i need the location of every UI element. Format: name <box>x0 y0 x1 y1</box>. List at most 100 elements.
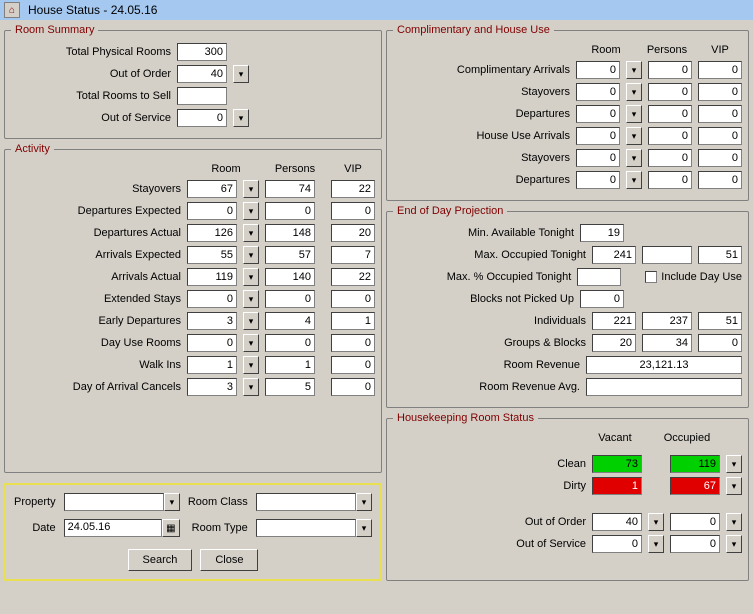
hk-clean-label: Clean <box>557 458 586 470</box>
activity-row-label: Arrivals Expected <box>95 249 181 261</box>
hk-dirty-vacant: 1 <box>592 477 642 495</box>
hk-dirty-label: Dirty <box>563 480 586 492</box>
min-avail-value: 19 <box>580 224 624 242</box>
comp-row-persons: 0 <box>648 61 692 79</box>
activity-row-dropdown[interactable]: ▾ <box>243 246 259 264</box>
comp-row-persons: 0 <box>648 149 692 167</box>
comp-row-room: 0 <box>576 61 620 79</box>
activity-row-dropdown[interactable]: ▾ <box>243 202 259 220</box>
hk-dirty-dropdown[interactable]: ▾ <box>726 477 742 495</box>
activity-row-dropdown[interactable]: ▾ <box>243 334 259 352</box>
property-input[interactable] <box>64 493 164 511</box>
out-of-order-dropdown[interactable]: ▾ <box>233 65 249 83</box>
comp-row-vip: 0 <box>698 171 742 189</box>
hk-clean-occupied: 119 <box>670 455 720 473</box>
comp-row: House Use Arrivals0▾00 <box>393 126 742 146</box>
room-type-dropdown[interactable]: ▾ <box>356 519 372 537</box>
activity-row-label: Arrivals Actual <box>111 271 181 283</box>
search-button[interactable]: Search <box>128 549 193 571</box>
activity-row-room: 3 <box>187 378 237 396</box>
activity-row-label: Stayovers <box>132 183 181 195</box>
activity-row-persons: 74 <box>265 180 315 198</box>
max-occ-room: 241 <box>592 246 636 264</box>
property-dropdown[interactable]: ▾ <box>164 493 180 511</box>
room-class-input[interactable] <box>256 493 356 511</box>
max-pct-label: Max. % Occupied Tonight <box>447 271 572 283</box>
room-class-dropdown[interactable]: ▾ <box>356 493 372 511</box>
activity-row-dropdown[interactable]: ▾ <box>243 378 259 396</box>
comp-row-persons: 0 <box>648 171 692 189</box>
activity-row: Departures Actual126▾14820 <box>11 223 375 243</box>
individuals-persons: 237 <box>642 312 692 330</box>
comp-row-dropdown[interactable]: ▾ <box>626 61 642 79</box>
min-avail-label: Min. Available Tonight <box>468 227 574 239</box>
hk-oos-occupied-dropdown[interactable]: ▾ <box>726 535 742 553</box>
comp-row-label: Complimentary Arrivals <box>457 64 570 76</box>
activity-row-persons: 0 <box>265 290 315 308</box>
activity-row-vip: 0 <box>331 334 375 352</box>
comp-row-label: Departures <box>516 108 570 120</box>
activity-row: Walk Ins1▾10 <box>11 355 375 375</box>
hk-oos-label: Out of Service <box>516 538 586 550</box>
activity-row-persons: 57 <box>265 246 315 264</box>
activity-row-dropdown[interactable]: ▾ <box>243 356 259 374</box>
activity-row-persons: 0 <box>265 334 315 352</box>
activity-row-label: Early Departures <box>98 315 181 327</box>
calendar-icon[interactable]: ▦ <box>162 519 180 537</box>
comp-row: Departures0▾00 <box>393 104 742 124</box>
activity-row-label: Day Use Rooms <box>101 337 181 349</box>
activity-row-vip: 1 <box>331 312 375 330</box>
individuals-room: 221 <box>592 312 636 330</box>
activity-row-persons: 148 <box>265 224 315 242</box>
include-day-use-checkbox[interactable]: Include Day Use <box>645 271 742 283</box>
date-input[interactable]: 24.05.16 <box>64 519 162 537</box>
out-of-service-dropdown[interactable]: ▾ <box>233 109 249 127</box>
room-type-input[interactable] <box>256 519 356 537</box>
comp-header-room: Room <box>576 44 636 56</box>
activity-group: Activity Room Persons VIP Stayovers67▾74… <box>4 143 382 473</box>
property-label: Property <box>14 496 56 508</box>
activity-row-dropdown[interactable]: ▾ <box>243 180 259 198</box>
hk-oos-vacant-dropdown[interactable]: ▾ <box>648 535 664 553</box>
comp-row-dropdown[interactable]: ▾ <box>626 149 642 167</box>
comp-house-legend: Complimentary and House Use <box>393 24 554 36</box>
blocks-not-picked-label: Blocks not Picked Up <box>470 293 574 305</box>
room-summary-legend: Room Summary <box>11 24 98 36</box>
room-summary-group: Room Summary Total Physical Rooms 300 Ou… <box>4 24 382 139</box>
activity-row-dropdown[interactable]: ▾ <box>243 224 259 242</box>
out-of-order-value: 40 <box>177 65 227 83</box>
activity-row: Arrivals Expected55▾577 <box>11 245 375 265</box>
hk-ooo-vacant-dropdown[interactable]: ▾ <box>648 513 664 531</box>
activity-row-dropdown[interactable]: ▾ <box>243 290 259 308</box>
activity-row-dropdown[interactable]: ▾ <box>243 312 259 330</box>
comp-row-dropdown[interactable]: ▾ <box>626 83 642 101</box>
comp-row-room: 0 <box>576 127 620 145</box>
hk-clean-dropdown[interactable]: ▾ <box>726 455 742 473</box>
activity-row: Arrivals Actual119▾14022 <box>11 267 375 287</box>
hk-ooo-occupied-dropdown[interactable]: ▾ <box>726 513 742 531</box>
activity-row-room: 1 <box>187 356 237 374</box>
out-of-service-label: Out of Service <box>101 112 171 124</box>
activity-row: Departures Expected0▾00 <box>11 201 375 221</box>
close-button[interactable]: Close <box>200 549 258 571</box>
window-title: House Status - 24.05.16 <box>28 3 157 17</box>
comp-row-dropdown[interactable]: ▾ <box>626 171 642 189</box>
hk-header-vacant: Vacant <box>582 432 648 450</box>
comp-row-vip: 0 <box>698 127 742 145</box>
activity-row-vip: 0 <box>331 378 375 396</box>
comp-row-dropdown[interactable]: ▾ <box>626 127 642 145</box>
out-of-service-value: 0 <box>177 109 227 127</box>
activity-row-dropdown[interactable]: ▾ <box>243 268 259 286</box>
activity-header-room: Room <box>193 163 259 175</box>
activity-row-vip: 7 <box>331 246 375 264</box>
activity-row: Extended Stays0▾00 <box>11 289 375 309</box>
total-physical-rooms-value: 300 <box>177 43 227 61</box>
comp-header-vip: VIP <box>698 44 742 56</box>
comp-row-label: House Use Arrivals <box>476 130 570 142</box>
max-pct-value <box>577 268 621 286</box>
comp-row-dropdown[interactable]: ▾ <box>626 105 642 123</box>
comp-row-persons: 0 <box>648 83 692 101</box>
date-label: Date <box>14 522 56 534</box>
activity-row-room: 0 <box>187 334 237 352</box>
window-titlebar: ⌂ House Status - 24.05.16 <box>0 0 753 20</box>
